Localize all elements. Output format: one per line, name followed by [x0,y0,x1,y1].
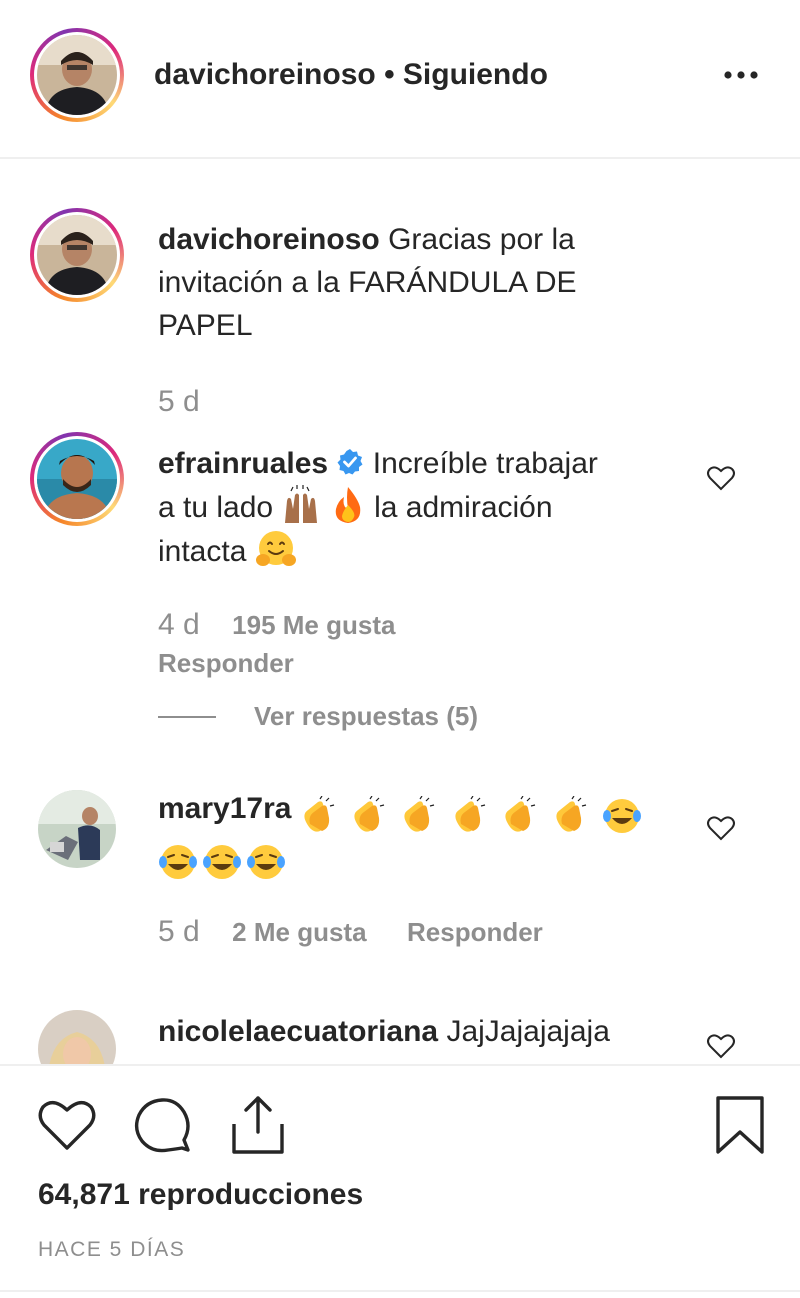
reply-button[interactable]: Responder [407,917,543,947]
caption-text-line2: invitación a la FARÁNDULA DE [158,266,577,299]
footer-divider [0,1290,800,1292]
views-count[interactable]: 64,871 reproducciones [38,1176,363,1214]
comment-username[interactable]: efrainruales [158,447,328,480]
comment-text-line3: intacta [158,535,247,568]
view-replies-button[interactable]: Ver respuestas (5) [254,701,478,732]
header-username[interactable]: davichoreinoso [154,58,376,91]
follow-status-button[interactable]: Siguiendo [403,58,548,91]
caption-avatar[interactable] [30,208,124,302]
comment-likes-count[interactable]: 195 Me gusta [232,610,395,640]
comment-time: 5 d [158,915,200,948]
comment-username[interactable]: nicolelaecuatoriana [158,1015,438,1048]
share-icon[interactable] [230,1094,286,1156]
comment-text-line2a: a tu lado [158,491,274,524]
post-header: davichoreinoso • Siguiendo [0,0,800,158]
comment-icon[interactable] [132,1096,194,1156]
like-icon[interactable] [36,1096,98,1154]
comment-like-icon[interactable] [706,1032,736,1060]
comment-avatar[interactable] [38,1010,116,1064]
replies-line-divider [158,716,216,718]
comment-text: JajJajajajaja [446,1015,610,1048]
header-avatar[interactable] [30,28,124,122]
raised-hands-emoji-icon [281,485,321,525]
comment-text-line2b: la admiración [374,491,553,524]
avatar-photo [37,439,117,519]
header-divider [0,157,800,159]
caption-time: 5 d [158,385,200,418]
comment-username[interactable]: mary17ra [158,792,291,825]
caption-text-line1: Gracias por la [388,223,575,256]
more-options-icon[interactable] [716,60,766,90]
post-date: HACE 5 DÍAS [38,1238,186,1261]
comment-like-icon[interactable] [706,814,736,842]
hugging-face-emoji-icon [255,529,297,569]
avatar-photo [37,35,117,115]
comment-like-icon[interactable] [706,464,736,492]
clapping-hands-emoji-icons [300,794,646,840]
caption-text-line3: PAPEL [158,309,253,342]
comment-likes-count[interactable]: 2 Me gusta [232,917,366,947]
comments-divider [0,1064,800,1066]
caption-username[interactable]: davichoreinoso [158,223,380,256]
header-separator: • [384,58,395,91]
fire-emoji-icon [330,485,366,525]
comment-text-line1: Increíble trabajar [372,447,598,480]
avatar-photo [37,215,117,295]
comment-avatar[interactable] [38,790,116,868]
comment-time: 4 d [158,608,200,641]
comment-item: nicolelaecuatoriana JajJajajajaja [0,990,800,1064]
verified-badge-icon [336,445,364,475]
reply-button[interactable]: Responder [158,648,294,679]
laughing-emoji-icons [158,840,698,886]
comment-avatar[interactable] [30,432,124,526]
save-bookmark-icon[interactable] [714,1094,766,1156]
